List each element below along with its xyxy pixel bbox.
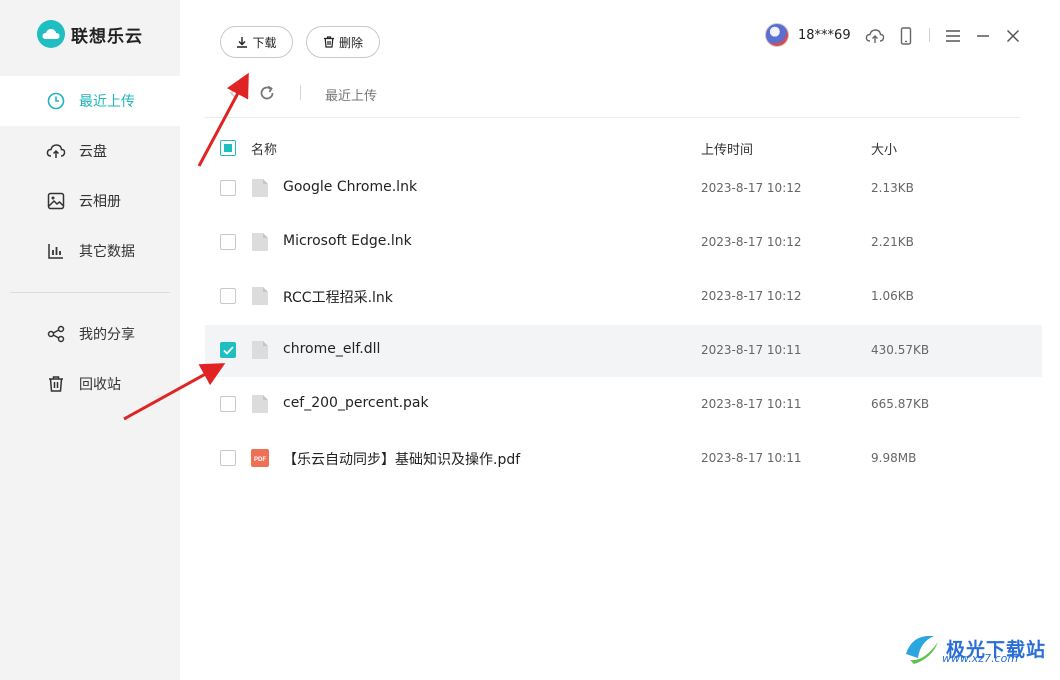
sidebar-item-label: 云盘	[79, 144, 107, 160]
table-row[interactable]: RCC工程招采.lnk 2023-8-17 10:12 1.06KB	[205, 271, 1042, 323]
watermark: 极光下载站 www.xz7.com	[902, 628, 1046, 668]
bar-chart-icon	[46, 241, 66, 261]
file-name: Google Chrome.lnk	[283, 179, 418, 195]
sidebar-item-recent[interactable]: 最近上传	[0, 76, 180, 126]
user-account[interactable]: 18***69	[765, 23, 851, 47]
file-name: cef_200_percent.pak	[283, 395, 429, 411]
delete-button[interactable]: 删除	[306, 26, 380, 58]
file-icon	[250, 340, 270, 360]
image-icon	[46, 191, 66, 211]
file-icon	[250, 178, 270, 198]
file-icon	[250, 394, 270, 414]
breadcrumb-separator	[300, 85, 301, 100]
pdf-badge: PDF	[254, 457, 266, 463]
trash-icon	[46, 374, 66, 394]
watermark-url: www.xz7.com	[942, 652, 1019, 665]
avatar[interactable]	[765, 23, 789, 47]
sidebar-item-label: 其它数据	[79, 244, 135, 260]
table-row[interactable]: PDF 【乐云自动同步】基础知识及操作.pdf 2023-8-17 10:11 9.9…	[205, 433, 1042, 485]
table-row[interactable]: Microsoft Edge.lnk 2023-8-17 10:12 2.21KB	[205, 217, 1042, 269]
file-size: 2.13KB	[871, 181, 914, 195]
table-row[interactable]: cef_200_percent.pak 2023-8-17 10:11 665.87…	[205, 379, 1042, 431]
column-header-name[interactable]: 名称	[251, 139, 277, 158]
sidebar-item-label: 我的分享	[79, 327, 135, 343]
username: 18***69	[798, 27, 851, 43]
sidebar-item-cloud-drive[interactable]: 云盘	[0, 126, 180, 176]
cloud-upload-icon	[46, 141, 66, 161]
sidebar-item-label: 云相册	[79, 194, 121, 210]
pdf-file-icon: PDF	[250, 448, 270, 468]
row-checkbox[interactable]	[220, 288, 236, 304]
file-size: 430.57KB	[871, 343, 930, 357]
app-name: 联想乐云	[71, 26, 143, 47]
sidebar-item-my-share[interactable]: 我的分享	[0, 309, 180, 359]
trash-icon	[323, 36, 334, 48]
file-upload-time: 2023-8-17 10:12	[701, 235, 802, 249]
breadcrumb[interactable]: 最近上传	[325, 85, 377, 104]
table-row[interactable]: Google Chrome.lnk 2023-8-17 10:12 2.13KB	[205, 163, 1042, 215]
phone-icon[interactable]	[895, 25, 917, 47]
file-upload-time: 2023-8-17 10:11	[701, 451, 802, 465]
file-icon	[250, 286, 270, 306]
sidebar-divider	[10, 292, 170, 293]
row-checkbox[interactable]	[220, 234, 236, 250]
sidebar-item-album[interactable]: 云相册	[0, 176, 180, 226]
sidebar-item-recycle-bin[interactable]: 回收站	[0, 359, 180, 409]
file-upload-time: 2023-8-17 10:11	[701, 343, 802, 357]
column-header-upload-time[interactable]: 上传时间	[701, 139, 753, 158]
file-size: 9.98MB	[871, 451, 917, 465]
file-name: Microsoft Edge.lnk	[283, 233, 412, 249]
file-upload-time: 2023-8-17 10:12	[701, 289, 802, 303]
close-icon[interactable]	[1002, 25, 1024, 47]
file-name: chrome_elf.dll	[283, 341, 381, 357]
select-all-checkbox[interactable]	[220, 140, 236, 156]
file-size: 1.06KB	[871, 289, 914, 303]
cloud-logo-icon	[37, 20, 65, 48]
app-window: 联想乐云 最近上传 云盘 云相册 其它数据 我的分享 回收站 下载 删除 18*…	[0, 0, 1060, 680]
menu-icon[interactable]	[942, 25, 964, 47]
file-name: RCC工程招采.lnk	[283, 290, 393, 306]
file-size: 2.21KB	[871, 235, 914, 249]
upload-cloud-icon[interactable]	[864, 25, 886, 47]
row-checkbox[interactable]	[220, 342, 236, 358]
file-size: 665.87KB	[871, 397, 930, 411]
file-upload-time: 2023-8-17 10:11	[701, 397, 802, 411]
refresh-icon[interactable]	[258, 84, 276, 102]
row-checkbox[interactable]	[220, 396, 236, 412]
watermark-logo-icon	[906, 635, 938, 664]
delete-button-label: 删除	[338, 35, 363, 50]
download-icon	[237, 37, 248, 48]
checkmark-icon	[222, 345, 234, 355]
back-arrow-icon[interactable]	[226, 84, 244, 102]
sidebar-item-label: 回收站	[79, 377, 121, 393]
table-row[interactable]: chrome_elf.dll 2023-8-17 10:11 430.57KB	[205, 325, 1042, 377]
toolbar-separator	[929, 28, 930, 42]
sidebar: 联想乐云 最近上传 云盘 云相册 其它数据 我的分享 回收站	[0, 0, 180, 680]
row-checkbox[interactable]	[220, 180, 236, 196]
download-button-label: 下载	[252, 35, 277, 50]
sidebar-item-label: 最近上传	[79, 94, 135, 110]
file-name: 【乐云自动同步】基础知识及操作.pdf	[283, 452, 521, 468]
row-checkbox[interactable]	[220, 450, 236, 466]
clock-icon	[46, 91, 66, 111]
header-divider	[205, 117, 1020, 118]
column-header-size[interactable]: 大小	[871, 139, 897, 158]
minimize-icon[interactable]	[972, 25, 994, 47]
file-icon	[250, 232, 270, 252]
file-upload-time: 2023-8-17 10:12	[701, 181, 802, 195]
share-icon	[46, 324, 66, 344]
sidebar-item-other-data[interactable]: 其它数据	[0, 226, 180, 276]
download-button[interactable]: 下载	[220, 26, 293, 58]
app-logo: 联想乐云	[37, 20, 143, 48]
